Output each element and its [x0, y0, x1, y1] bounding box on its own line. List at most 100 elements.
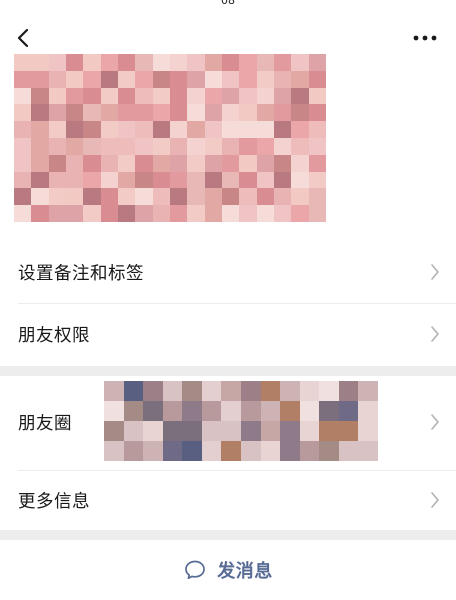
mosaic-cell — [291, 121, 309, 138]
mosaic-cell — [170, 154, 188, 172]
mosaic-cell — [221, 401, 241, 421]
moments-preview-pixelated — [104, 381, 378, 461]
mosaic-cell — [152, 104, 170, 122]
mosaic-cell — [239, 121, 257, 138]
mosaic-cell — [222, 137, 240, 155]
mosaic-cell — [291, 87, 309, 105]
mosaic-cell — [204, 188, 222, 206]
mosaic-cell — [162, 421, 183, 441]
mosaic-cell — [338, 381, 359, 401]
more-options-button[interactable] — [412, 28, 438, 48]
mosaic-cell — [319, 381, 339, 401]
mosaic-cell — [187, 137, 205, 155]
mosaic-cell — [274, 54, 292, 71]
mosaic-cell — [187, 121, 205, 138]
mosaic-cell — [48, 171, 66, 189]
mosaic-cell — [308, 137, 326, 155]
mosaic-cell — [170, 104, 188, 122]
chevron-right-icon — [431, 492, 439, 508]
mosaic-cell — [291, 54, 309, 71]
mosaic-cell — [274, 104, 292, 122]
mosaic-cell — [239, 70, 257, 88]
mosaic-cell — [48, 188, 66, 206]
mosaic-cell — [204, 121, 222, 138]
mosaic-cell — [221, 421, 241, 441]
mosaic-cell — [118, 205, 136, 222]
chevron-right-icon — [431, 264, 439, 280]
mosaic-cell — [338, 441, 359, 461]
mosaic-cell — [14, 87, 32, 105]
mosaic-cell — [48, 121, 66, 138]
mosaic-cell — [204, 87, 222, 105]
mosaic-cell — [299, 441, 320, 461]
mosaic-cell — [123, 421, 144, 441]
mosaic-cell — [170, 171, 188, 189]
mosaic-cell — [256, 188, 274, 206]
mosaic-cell — [143, 381, 163, 401]
mosaic-cell — [240, 421, 261, 441]
mosaic-cell — [118, 104, 136, 122]
mosaic-cell — [240, 441, 261, 461]
mosaic-cell — [170, 54, 188, 71]
mosaic-cell — [123, 441, 144, 461]
contact-profile-page: 08 设置备注和标签 朋友权限 朋友圈 更多信息 发消息 — [0, 0, 456, 600]
mosaic-cell — [201, 421, 222, 441]
mosaic-cell — [308, 188, 326, 206]
moments-label: 朋友圈 — [18, 413, 72, 434]
mosaic-cell — [274, 154, 292, 172]
mosaic-cell — [14, 121, 32, 138]
mosaic-cell — [48, 205, 66, 222]
mosaic-cell — [222, 54, 240, 71]
back-button[interactable] — [12, 26, 36, 50]
row-divider — [18, 470, 456, 471]
mosaic-cell — [135, 137, 153, 155]
mosaic-cell — [48, 104, 66, 122]
mosaic-cell — [182, 381, 202, 401]
remark-and-tags-row[interactable]: 设置备注和标签 — [0, 245, 456, 299]
mosaic-cell — [239, 188, 257, 206]
mosaic-cell — [152, 154, 170, 172]
mosaic-cell — [100, 137, 118, 155]
chevron-left-icon — [17, 28, 29, 48]
chat-bubble-icon — [185, 560, 206, 580]
mosaic-cell — [48, 70, 66, 88]
more-info-label: 更多信息 — [18, 491, 90, 512]
mosaic-cell — [170, 137, 188, 155]
mosaic-cell — [100, 87, 118, 105]
mosaic-cell — [308, 70, 326, 88]
mosaic-cell — [201, 441, 222, 461]
mosaic-cell — [239, 205, 257, 222]
mosaic-cell — [338, 401, 359, 421]
mosaic-cell — [104, 421, 124, 441]
friend-permissions-row[interactable]: 朋友权限 — [0, 306, 456, 362]
mosaic-cell — [182, 401, 202, 421]
mosaic-cell — [118, 137, 136, 155]
mosaic-cell — [201, 381, 222, 401]
mosaic-cell — [239, 171, 257, 189]
mosaic-cell — [280, 441, 300, 461]
mosaic-cell — [222, 87, 240, 105]
mosaic-cell — [308, 54, 326, 71]
mosaic-cell — [83, 121, 101, 138]
mosaic-cell — [308, 87, 326, 105]
mosaic-cell — [222, 70, 240, 88]
send-message-button[interactable]: 发消息 — [0, 540, 456, 600]
mosaic-cell — [135, 154, 153, 172]
mosaic-cell — [319, 401, 339, 421]
more-info-row[interactable]: 更多信息 — [0, 472, 456, 528]
mosaic-cell — [182, 421, 202, 441]
mosaic-cell — [118, 87, 136, 105]
mosaic-cell — [308, 171, 326, 189]
mosaic-cell — [123, 381, 144, 401]
mosaic-cell — [291, 137, 309, 155]
mosaic-cell — [31, 188, 49, 206]
mosaic-cell — [291, 171, 309, 189]
mosaic-cell — [256, 121, 274, 138]
remark-and-tags-label: 设置备注和标签 — [18, 263, 144, 284]
mosaic-cell — [66, 104, 84, 122]
mosaic-cell — [118, 121, 136, 138]
mosaic-cell — [204, 171, 222, 189]
mosaic-cell — [31, 87, 49, 105]
mosaic-cell — [260, 381, 281, 401]
mosaic-cell — [104, 401, 124, 421]
